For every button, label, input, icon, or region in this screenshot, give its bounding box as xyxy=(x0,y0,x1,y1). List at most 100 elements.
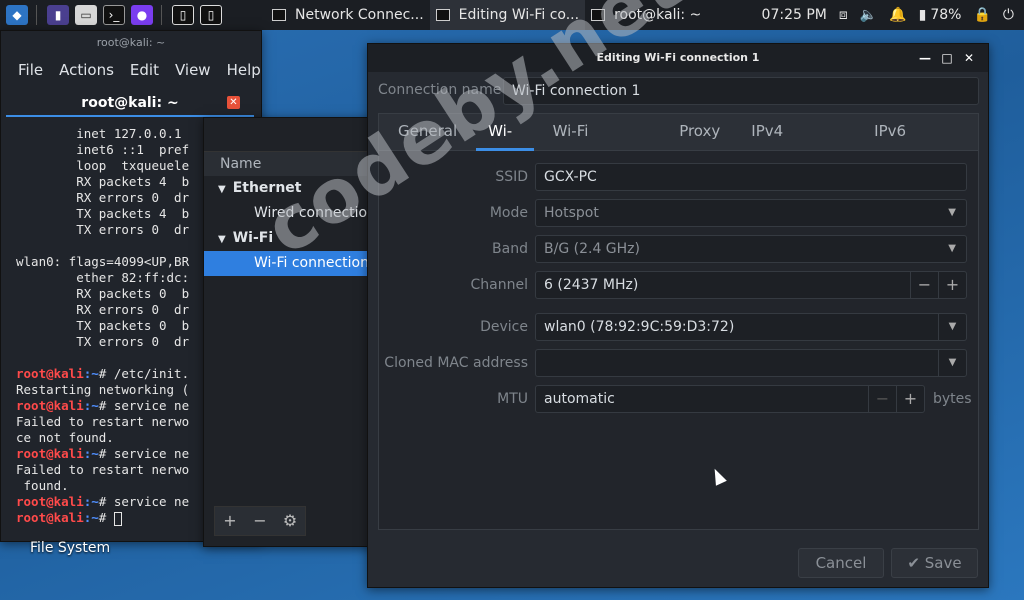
clock[interactable]: 07:25 PM xyxy=(762,7,827,23)
volume-icon[interactable]: 🔈 xyxy=(860,7,877,23)
connection-toolbar: + − ⚙ xyxy=(214,506,306,536)
terminal-launcher-icon[interactable]: ›_ xyxy=(103,5,125,25)
mtu-value: automatic xyxy=(544,391,615,407)
task-label: Network Connec... xyxy=(295,7,424,23)
prompt-path: :~ xyxy=(83,510,99,525)
edit-connection-dialog: Editing Wi-Fi connection 1 — □ ✕ Connect… xyxy=(367,43,989,588)
connection-name-input[interactable]: Wi-Fi connection 1 xyxy=(503,77,979,105)
channel-value: 6 (2437 MHz) xyxy=(544,277,639,293)
save-button[interactable]: ✔ Save xyxy=(891,548,978,578)
close-icon[interactable]: ✕ xyxy=(958,44,980,72)
cloned-mac-combo[interactable]: ▼ xyxy=(535,349,967,377)
tab-wifi-security[interactable]: Wi-Fi Security xyxy=(541,113,661,176)
terminal-line: ce not found. xyxy=(16,430,197,446)
file-manager-icon[interactable]: ▭ xyxy=(75,5,97,25)
channel-spinbutton[interactable]: 6 (2437 MHz) − + xyxy=(535,271,967,299)
mtu-increment-button[interactable]: + xyxy=(896,386,924,412)
terminal-line: TX errors 0 dr xyxy=(16,222,197,238)
settings-gear-button[interactable]: ⚙ xyxy=(275,507,305,535)
task-network-connections[interactable]: Network Connec... xyxy=(266,0,430,30)
group-label: Ethernet xyxy=(232,180,302,196)
task-editing-wifi[interactable]: Editing Wi-Fi co... xyxy=(429,0,586,30)
minimize-icon[interactable]: — xyxy=(914,44,936,72)
line-text: inet 127.0.0.1 xyxy=(16,126,197,141)
menu-actions[interactable]: Actions xyxy=(59,61,114,79)
line-text: loop txqueuele xyxy=(16,158,190,173)
ssid-input[interactable]: GCX-PC xyxy=(535,163,967,191)
workspace-2-icon[interactable]: ▯ xyxy=(200,5,222,25)
window-icon xyxy=(435,9,450,21)
prompt-user: root@kali xyxy=(16,510,84,525)
line-text: TX errors 0 dr xyxy=(16,334,190,349)
tab-general[interactable]: General xyxy=(386,113,469,151)
menu-view[interactable]: View xyxy=(175,61,211,79)
terminal-line: RX errors 0 dr xyxy=(16,302,197,318)
cloned-mac-label: Cloned MAC address xyxy=(384,355,528,371)
maximize-icon[interactable]: □ xyxy=(936,44,958,72)
taskbar-separator xyxy=(36,5,37,25)
line-text: wlan0: flags=4099<UP,BR xyxy=(16,254,190,269)
terminal-line: root@kali:~# service ne xyxy=(16,398,197,414)
tab-ipv4-settings[interactable]: IPv4 Settings xyxy=(739,113,855,176)
group-wifi[interactable]: ▼ Wi-Fi xyxy=(204,226,382,251)
terminal-icon xyxy=(591,9,606,21)
dropdown-arrow-icon[interactable]: ▼ xyxy=(938,314,966,340)
line-text: TX packets 4 b xyxy=(16,206,190,221)
power-icon[interactable]: ⏻ xyxy=(1003,7,1014,23)
line-text: ether 82:ff:dc: xyxy=(16,270,190,285)
connection-wired[interactable]: Wired connection xyxy=(204,201,382,226)
add-connection-button[interactable]: + xyxy=(215,507,245,535)
terminal-line: Restarting networking ( xyxy=(16,382,197,398)
tab-label: root@kali: ~ xyxy=(81,95,179,111)
menu-file[interactable]: File xyxy=(18,61,43,79)
dropdown-arrow-icon[interactable]: ▼ xyxy=(938,350,966,376)
terminal-tab[interactable]: root@kali: ~ ✕ xyxy=(6,93,254,117)
line-text: # service ne xyxy=(98,398,190,413)
taskbar: ◆ ▮ ▭ ›_ ● ▯ ▯ Network Connec... Editing… xyxy=(0,0,1024,30)
tab-wifi[interactable]: Wi-Fi xyxy=(476,113,534,176)
close-tab-icon[interactable]: ✕ xyxy=(227,96,240,109)
show-desktop-icon[interactable]: ▮ xyxy=(47,5,69,25)
task-terminal[interactable]: root@kali: ~ xyxy=(585,0,707,30)
settings-tabs: General Wi-Fi Wi-Fi Security Proxy IPv4 … xyxy=(378,113,979,176)
mtu-spinbutton[interactable]: automatic − + xyxy=(535,385,925,413)
connection-wifi[interactable]: Wi-Fi connection xyxy=(204,251,382,276)
connection-name-label: Connection name xyxy=(378,82,502,98)
dialog-title: Editing Wi-Fi connection 1 xyxy=(596,51,760,64)
column-header-name[interactable]: Name xyxy=(204,152,382,176)
line-text: TX packets 0 b xyxy=(16,318,190,333)
terminal-output[interactable]: inet 127.0.0.1 inet6 ::1 pref loop txque… xyxy=(16,126,197,526)
prompt-user: root@kali xyxy=(16,398,84,413)
line-text: Restarting networking ( xyxy=(16,382,190,397)
band-select[interactable]: B/G (2.4 GHz) ▼ xyxy=(535,235,967,263)
remove-connection-button[interactable]: − xyxy=(245,507,275,535)
tab-proxy[interactable]: Proxy xyxy=(667,113,732,151)
menu-bar: File Actions Edit View Help xyxy=(1,55,261,85)
mode-select[interactable]: Hotspot ▼ xyxy=(535,199,967,227)
menu-edit[interactable]: Edit xyxy=(130,61,159,79)
channel-decrement-button[interactable]: − xyxy=(910,272,938,298)
lock-icon[interactable]: 🔒 xyxy=(973,7,990,23)
desktop-file-system-label[interactable]: File System xyxy=(30,540,110,556)
mode-label: Mode xyxy=(489,205,528,221)
battery-icon[interactable]: ▮ xyxy=(919,7,927,23)
notification-bell-icon[interactable]: 🔔 xyxy=(889,7,906,23)
terminal-line: TX packets 0 b xyxy=(16,318,197,334)
group-ethernet[interactable]: ▼ Ethernet xyxy=(204,176,382,201)
chevron-down-icon: ▼ xyxy=(218,234,226,245)
terminal-line: Failed to restart nerwo xyxy=(16,414,197,430)
menu-help[interactable]: Help xyxy=(227,61,261,79)
terminal-line: ether 82:ff:dc: xyxy=(16,270,197,286)
line-text: Failed to restart nerwo xyxy=(16,462,190,477)
cancel-button[interactable]: Cancel xyxy=(798,548,884,578)
mtu-decrement-button[interactable]: − xyxy=(868,386,896,412)
display-icon[interactable]: ⧈ xyxy=(839,7,848,23)
checkmark-icon: ✔ xyxy=(907,554,925,572)
kali-menu-icon[interactable]: ◆ xyxy=(6,5,28,25)
text-cursor xyxy=(113,511,122,526)
channel-increment-button[interactable]: + xyxy=(938,272,966,298)
workspace-1-icon[interactable]: ▯ xyxy=(172,5,194,25)
tab-ipv6-settings[interactable]: IPv6 Settings xyxy=(862,113,978,176)
screen-recorder-icon[interactable]: ● xyxy=(131,5,153,25)
device-combo[interactable]: wlan0 (78:92:9C:59:D3:72) ▼ xyxy=(535,313,967,341)
